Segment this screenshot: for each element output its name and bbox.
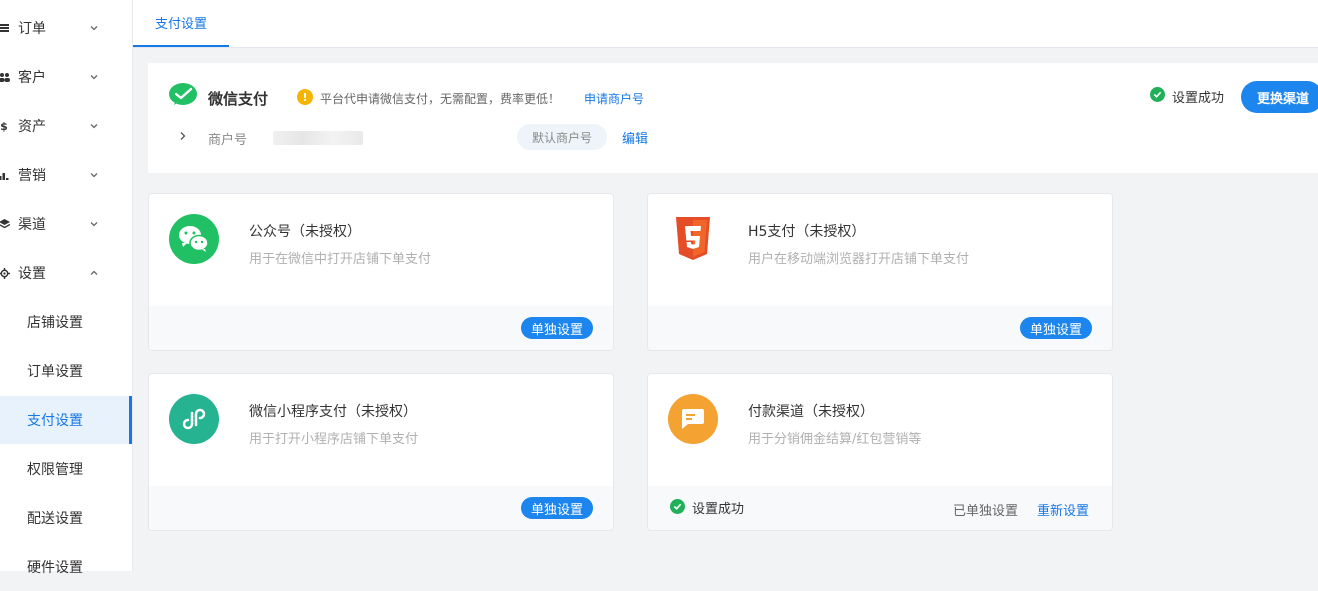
sidebar-group-orders[interactable]: 订单 <box>0 10 132 46</box>
edit-merchant-link[interactable]: 编辑 <box>622 128 648 147</box>
card-footer: 单独设置 <box>648 306 1112 350</box>
sidebar-item-label: 权限管理 <box>27 462 83 478</box>
sidebar-group-marketing[interactable]: 营销 <box>0 157 132 193</box>
sidebar-item-label: 配送设置 <box>27 511 83 527</box>
layers-icon <box>0 218 10 230</box>
individual-setting-button[interactable]: 单独设置 <box>1020 317 1092 339</box>
card-title: H5支付（未授权） <box>748 224 866 240</box>
sidebar-group-label: 资产 <box>18 119 46 135</box>
card-footer: 单独设置 <box>149 306 613 350</box>
switch-channel-button[interactable]: 更换渠道 <box>1241 81 1318 113</box>
sidebar-item-payment-settings[interactable]: 支付设置 <box>0 396 132 444</box>
chevron-down-icon <box>90 222 98 227</box>
chevron-down-icon <box>90 75 98 80</box>
warning-icon: ! <box>297 89 313 105</box>
sidebar-item-label: 店铺设置 <box>27 315 83 331</box>
card-description: 用于打开小程序店铺下单支付 <box>249 432 419 447</box>
dollar-icon: $ <box>0 119 8 133</box>
payment-channel-card: 付款渠道（未授权） 用于分销佣金结算/红包营销等 设置成功 已单独设置 重新设置 <box>647 373 1113 531</box>
sidebar-group-customers[interactable]: 客户 <box>0 59 132 95</box>
wechat-pay-panel: 微信支付 ! 平台代申请微信支付，无需配置，费率更低！ 申请商户号 设置成功 更… <box>148 63 1318 173</box>
default-merchant-badge: 默认商户号 <box>517 124 607 150</box>
sidebar-item-store-settings[interactable]: 店铺设置 <box>0 298 132 346</box>
sidebar-group-label: 客户 <box>18 70 46 86</box>
sidebar-item-label: 支付设置 <box>27 413 83 429</box>
individual-setting-button[interactable]: 单独设置 <box>521 497 593 519</box>
merchant-id-label: 商户号 <box>208 133 248 148</box>
mini-program-icon <box>169 394 219 444</box>
card-title: 公众号（未授权） <box>249 224 361 240</box>
sidebar-group-label: 设置 <box>18 266 46 282</box>
payment-channel-icon <box>668 394 718 444</box>
individual-setting-button[interactable]: 单独设置 <box>521 317 593 339</box>
tab-payment-settings[interactable]: 支付设置 <box>133 0 229 47</box>
sidebar-item-label: 订单设置 <box>27 364 83 380</box>
wechat-icon <box>169 214 219 264</box>
check-circle-icon <box>670 499 685 514</box>
card-description: 用于在微信中打开店铺下单支付 <box>249 252 432 267</box>
official-account-card: 公众号（未授权） 用于在微信中打开店铺下单支付 单独设置 <box>148 193 614 351</box>
card-footer: 单独设置 <box>149 486 613 530</box>
bar-chart-icon <box>0 169 10 181</box>
sidebar-group-settings[interactable]: 设置 <box>0 255 132 291</box>
chevron-down-icon <box>90 173 98 178</box>
sidebar-item-hardware-settings[interactable]: 硬件设置 <box>0 543 132 591</box>
chevron-right-icon[interactable] <box>178 131 188 141</box>
sidebar: 订单 客户 $ 资产 营销 渠道 设置 店铺设置 订单设置 支付设置 权限管理 … <box>0 0 133 576</box>
wechat-pay-title: 微信支付 <box>208 90 269 108</box>
apply-merchant-link[interactable]: 申请商户号 <box>584 90 644 107</box>
individually-set-label: 已单独设置 <box>953 504 1019 519</box>
sidebar-group-label: 订单 <box>18 21 46 37</box>
card-footer: 设置成功 已单独设置 重新设置 <box>648 486 1112 530</box>
sidebar-item-order-settings[interactable]: 订单设置 <box>0 347 132 395</box>
sidebar-item-label: 硬件设置 <box>27 560 83 576</box>
check-circle-icon <box>1150 87 1165 102</box>
chevron-down-icon <box>90 124 98 129</box>
sidebar-item-delivery-settings[interactable]: 配送设置 <box>0 494 132 542</box>
card-title: 付款渠道（未授权） <box>748 404 874 420</box>
users-icon <box>0 71 10 83</box>
sidebar-group-label: 营销 <box>18 168 46 184</box>
merchant-id-blurred <box>273 131 363 145</box>
chevron-down-icon <box>90 26 98 31</box>
html5-icon <box>668 214 718 264</box>
card-description: 用户在移动端浏览器打开店铺下单支付 <box>748 252 970 267</box>
card-status: 设置成功 <box>692 502 745 517</box>
reset-link[interactable]: 重新设置 <box>1037 500 1089 519</box>
card-title: 微信小程序支付（未授权） <box>249 404 417 420</box>
mini-program-pay-card: 微信小程序支付（未授权） 用于打开小程序店铺下单支付 单独设置 <box>148 373 614 531</box>
wechat-pay-status: 设置成功 <box>1172 91 1225 106</box>
sidebar-group-assets[interactable]: $ 资产 <box>0 108 132 144</box>
list-icon <box>0 22 10 34</box>
tab-bar: 支付设置 <box>133 0 1318 48</box>
sidebar-group-channels[interactable]: 渠道 <box>0 206 132 242</box>
gear-icon <box>0 267 10 279</box>
h5-pay-card: H5支付（未授权） 用户在移动端浏览器打开店铺下单支付 单独设置 <box>647 193 1113 351</box>
wechat-pay-logo-icon <box>169 83 197 105</box>
card-description: 用于分销佣金结算/红包营销等 <box>748 432 922 447</box>
sidebar-item-permissions[interactable]: 权限管理 <box>0 445 132 493</box>
chevron-up-icon <box>90 270 98 275</box>
wechat-pay-tip: 平台代申请微信支付，无需配置，费率更低！ <box>320 92 561 106</box>
sidebar-group-label: 渠道 <box>18 217 46 233</box>
